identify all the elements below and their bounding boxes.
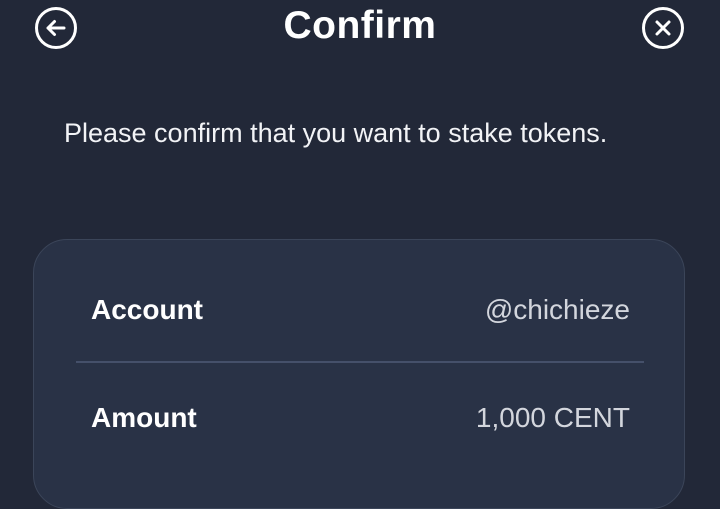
page-title: Confirm [283,4,437,47]
header: Confirm [0,0,720,56]
close-circle-icon [642,7,684,49]
details-card: Account @chichieze Amount 1,000 CENT [33,239,685,509]
account-label: Account [91,294,203,325]
row-divider [76,361,644,363]
account-value: @chichieze [484,294,630,325]
close-button[interactable] [641,6,685,50]
amount-row: Amount 1,000 CENT [91,398,630,438]
amount-value: 1,000 CENT [475,402,630,433]
confirmation-message: Please confirm that you want to stake to… [64,118,608,148]
account-row: Account @chichieze [91,290,630,330]
amount-label: Amount [91,402,197,433]
